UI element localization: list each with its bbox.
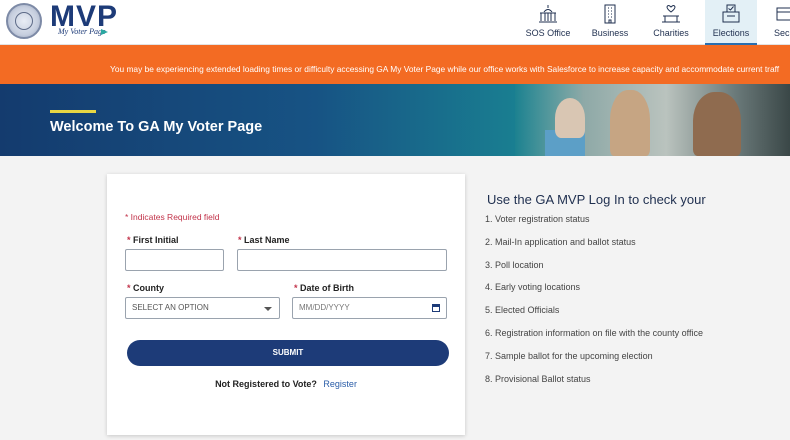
voters-photo xyxy=(515,84,790,156)
seal-inner-ring xyxy=(15,12,33,30)
list-item: 1. Voter registration status xyxy=(485,214,590,224)
georgia-seal-logo[interactable] xyxy=(6,3,42,39)
site-header: MVP My Voter Page SOS Office Business Ch… xyxy=(0,0,790,45)
county-selected-value: SELECT AN OPTION xyxy=(132,303,209,312)
calendar-icon[interactable] xyxy=(432,304,440,312)
page-title: Welcome To GA My Voter Page xyxy=(50,119,263,135)
county-label: * County xyxy=(127,283,164,293)
first-initial-label: * First Initial xyxy=(127,235,179,245)
service-alert-banner: You may be experiencing extended loading… xyxy=(0,45,790,84)
date-of-birth-input[interactable]: MM/DD/YYYY xyxy=(292,297,447,319)
alert-text: You may be experiencing extended loading… xyxy=(110,64,780,74)
charity-hands-icon xyxy=(662,5,680,23)
hero-accent-bar xyxy=(50,110,96,113)
list-item: 6. Registration information on file with… xyxy=(485,327,703,338)
nav-elections[interactable]: Elections xyxy=(705,0,757,45)
not-registered-row: Not Registered to Vote? Register xyxy=(107,379,465,389)
last-name-label-text: Last Name xyxy=(244,235,290,245)
voter-login-form: * Indicates Required field * First Initi… xyxy=(107,174,465,435)
nav-sos-office[interactable]: SOS Office xyxy=(520,0,576,45)
required-asterisk: * xyxy=(238,235,242,245)
list-item: 5. Elected Officials xyxy=(485,305,560,316)
required-asterisk: * xyxy=(294,283,298,293)
features-list: 1. Voter registration status 2. Mail-In … xyxy=(485,213,703,395)
photo-person-shape xyxy=(555,98,585,138)
nav-label: SOS Office xyxy=(525,28,571,38)
required-asterisk: * xyxy=(127,235,131,245)
county-select[interactable]: SELECT AN OPTION xyxy=(125,297,280,319)
list-item: 4. Early voting locations xyxy=(485,282,581,293)
chevron-down-icon xyxy=(264,307,272,311)
dob-label-text: Date of Birth xyxy=(300,283,355,293)
dob-placeholder: MM/DD/YYYY xyxy=(299,303,350,312)
photo-person-shape xyxy=(610,90,650,156)
county-label-text: County xyxy=(133,283,165,293)
not-registered-text: Not Registered to Vote? xyxy=(215,379,317,389)
first-initial-input[interactable] xyxy=(125,249,224,271)
dob-label: * Date of Birth xyxy=(294,283,354,293)
nav-label: Charities xyxy=(653,28,689,38)
list-item: 7. Sample ballot for the upcoming electi… xyxy=(485,350,653,361)
mvp-logo-subtext: My Voter Page xyxy=(58,27,106,36)
capitol-building-icon xyxy=(539,5,557,23)
logo-swoosh-icon xyxy=(101,29,108,35)
required-asterisk: * xyxy=(127,283,131,293)
nav-charities[interactable]: Charities xyxy=(644,0,698,45)
last-name-input[interactable] xyxy=(237,249,447,271)
list-item: 8. Provisional Ballot status xyxy=(485,373,591,384)
photo-person-shape xyxy=(693,92,741,156)
ballot-box-icon xyxy=(722,4,740,23)
last-name-label: * Last Name xyxy=(238,235,290,245)
first-initial-label-text: First Initial xyxy=(133,235,179,245)
securities-icon xyxy=(776,7,790,21)
nav-label: Secu xyxy=(774,28,790,38)
list-item: 3. Poll location xyxy=(485,259,544,270)
required-field-note: * Indicates Required field xyxy=(125,212,220,222)
nav-securities[interactable]: Secu xyxy=(764,0,790,45)
register-link[interactable]: Register xyxy=(323,379,357,389)
nav-label: Elections xyxy=(712,28,750,38)
submit-button[interactable]: SUBMIT xyxy=(127,340,449,366)
nav-business[interactable]: Business xyxy=(584,0,636,45)
list-item: 2. Mail-In application and ballot status xyxy=(485,236,636,247)
office-building-icon xyxy=(604,4,616,24)
nav-label: Business xyxy=(591,28,629,38)
hero-banner: Welcome To GA My Voter Page xyxy=(0,84,790,156)
info-heading: Use the GA MVP Log In to check your xyxy=(487,192,706,207)
